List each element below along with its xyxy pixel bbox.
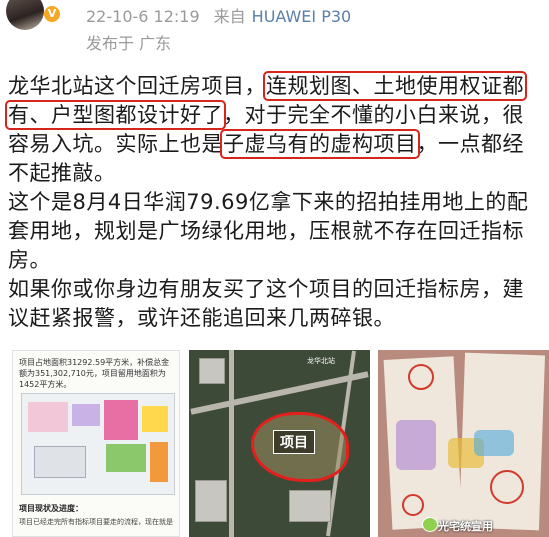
purple-blur: [396, 420, 436, 470]
image-grid: 项目占地面积31292.59平方米，补偿总金额为351,302,710元，项目留…: [0, 350, 549, 537]
wechat-icon: [422, 517, 438, 532]
document-text: 项目占地面积31292.59平方米，补偿总金额为351,302,710元，项目留…: [19, 358, 170, 389]
post-header: V 22-10-6 12:19 来自 HUAWEI P30 发布于 广东: [0, 0, 549, 56]
avatar[interactable]: [6, 0, 44, 30]
watermark: 光宅统宣用: [438, 520, 493, 533]
red-stamp: [490, 470, 524, 504]
plan-map: [21, 393, 175, 495]
red-stamp: [402, 494, 424, 516]
source-prefix: 来自: [213, 7, 246, 26]
certificate-image[interactable]: 光宅统宣用: [378, 350, 549, 537]
post-meta: 22-10-6 12:19 来自 HUAWEI P30: [86, 3, 351, 27]
device-link[interactable]: HUAWEI P30: [252, 7, 352, 26]
map-label: 龙华北站: [307, 357, 335, 365]
blue-blur: [474, 430, 514, 456]
building: [199, 358, 225, 384]
satellite-image[interactable]: 项目 龙华北站: [189, 350, 370, 537]
document-image[interactable]: 项目占地面积31292.59平方米，补偿总金额为351,302,710元，项目留…: [12, 350, 180, 537]
text-span: 龙华北站这个回迁房项目，: [8, 74, 266, 98]
paragraph-2: 这个是8月4日华润79.69亿拿下来的招拍挂用地上的配套用地，规划是广场绿化用地…: [8, 190, 529, 272]
building: [289, 490, 331, 522]
post-body: 龙华北站这个回迁房项目，连规划图、土地使用权证都有、户型图都设计好了，对于完全不…: [5, 71, 544, 333]
road: [229, 350, 234, 537]
post-timestamp: 22-10-6 12:19: [86, 7, 200, 26]
document-title: 项目现状及进度：: [19, 504, 83, 513]
document-line: 项目已经走完所有指标项目要走的流程，现在就是: [19, 518, 173, 526]
verified-badge-icon: V: [44, 6, 60, 22]
highlight-box: 子虚乌有的虚构项目: [220, 129, 420, 159]
publish-location: 发布于 广东: [86, 34, 172, 53]
paragraph-3: 如果你或你身边有朋友买了这个项目的回迁指标房，建议赶紧报警，或许还能追回来几两碎…: [8, 277, 524, 330]
building: [195, 480, 227, 522]
project-label: 项目: [273, 430, 315, 454]
red-stamp: [408, 364, 434, 390]
paragraph-1: 龙华北站这个回迁房项目，连规划图、土地使用权证都有、户型图都设计好了，对于完全不…: [5, 71, 544, 188]
